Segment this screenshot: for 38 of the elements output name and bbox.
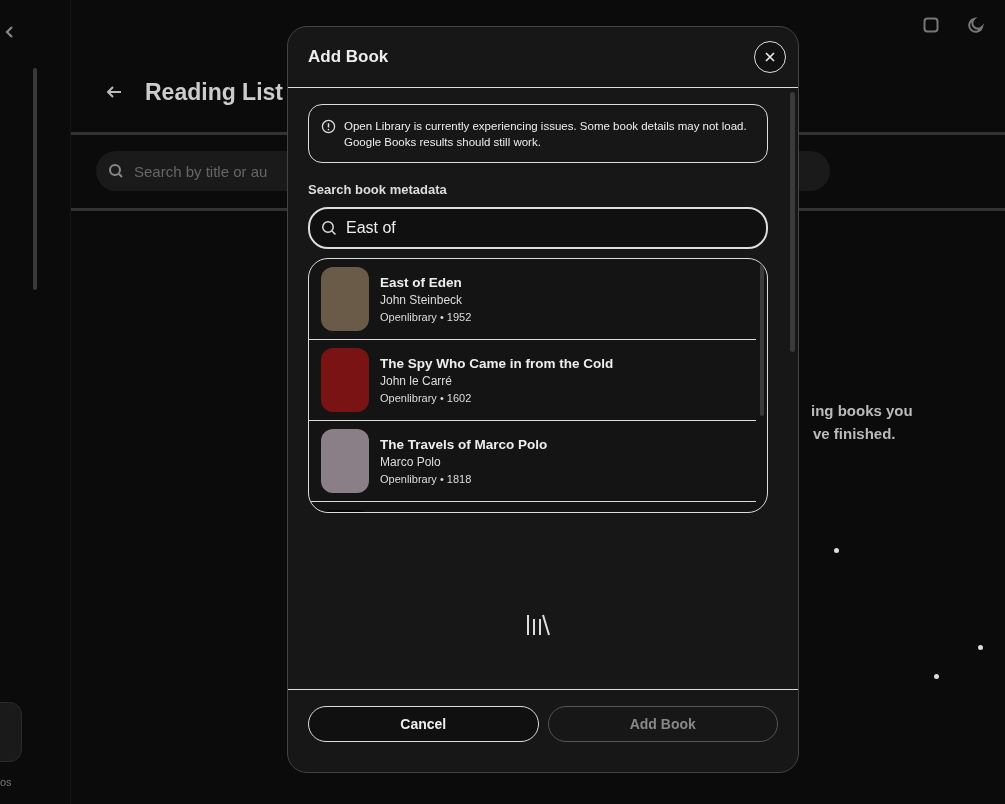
book-source-year: Openlibrary • 1952 <box>380 311 472 323</box>
sidebar-label: os <box>0 776 12 788</box>
dialog-button[interactable]: Cancel <box>308 706 539 742</box>
dialog-title: Add Book <box>308 47 389 67</box>
book-source-year: Openlibrary • 1818 <box>380 473 473 485</box>
book-title: The Spy Who Came in from the Cold <box>380 356 614 371</box>
close-button[interactable] <box>754 41 786 73</box>
search-input[interactable]: East of <box>308 207 768 249</box>
book-cover-placeholder <box>321 429 369 493</box>
star-dot <box>834 548 839 553</box>
book-cover-placeholder <box>321 267 369 331</box>
chevron-left-icon[interactable] <box>5 25 15 39</box>
scrollbar-thumb[interactable] <box>760 264 764 416</box>
result-item[interactable]: The Spy Who Came in from the Cold John le Carré Openlibrary • 1602 <box>309 340 756 421</box>
book-author: John Steinbeck <box>380 293 464 307</box>
alert-icon <box>321 119 336 134</box>
close-icon <box>764 51 776 63</box>
book-author: John le Carré <box>380 374 454 388</box>
page-title: Reading List <box>145 78 283 106</box>
book-source-year: Openlibrary • 1602 <box>380 392 473 404</box>
star-dot <box>978 645 983 650</box>
empty-state-text: ing books you <box>811 402 913 419</box>
empty-state-text: ve finished. <box>813 425 897 442</box>
book-title: The Travels of Marco Polo <box>380 437 548 452</box>
result-item[interactable]: The Travels of Marco Polo Marco Polo Openlibrary • 1818 <box>309 421 756 502</box>
star-dot <box>934 674 939 679</box>
alert-text: Open Library is currently experiencing issues. Some book details may not load. Google Books results should still work. <box>344 119 748 150</box>
book-author: Marco Polo <box>380 455 442 469</box>
back-arrow-icon[interactable] <box>105 85 123 99</box>
search-icon <box>108 163 124 179</box>
book-cover-placeholder <box>321 348 369 412</box>
scrollbar-thumb[interactable] <box>790 92 795 352</box>
library-icon <box>526 613 550 637</box>
square-icon[interactable] <box>923 17 939 33</box>
field-label: Search book metadata <box>308 182 448 197</box>
moon-icon[interactable] <box>968 17 984 33</box>
result-item[interactable]: East of Eden John Steinbeck Openlibrary • 1952 <box>309 259 756 340</box>
book-title: East of Eden <box>380 275 463 290</box>
